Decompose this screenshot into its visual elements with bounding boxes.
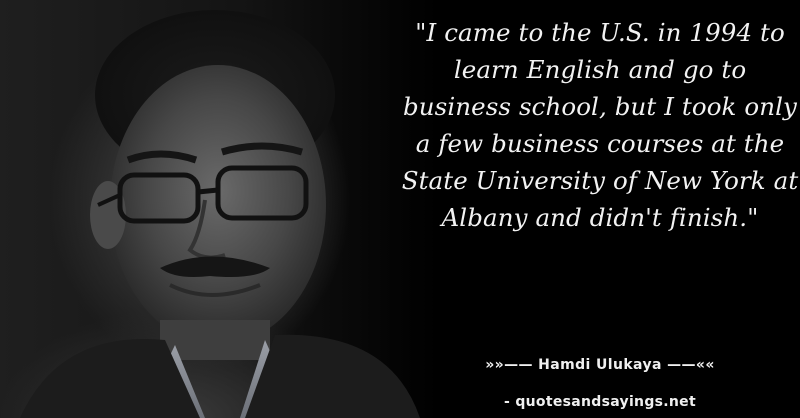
author-attribution: »»—— Hamdi Ulukaya ——«« [485,357,715,373]
quote-block: "I came to the U.S. in 1994 to learn Eng… [400,14,800,236]
site-watermark: - quotesandsayings.net [504,394,696,410]
quote-text: "I came to the U.S. in 1994 to learn Eng… [401,18,799,232]
